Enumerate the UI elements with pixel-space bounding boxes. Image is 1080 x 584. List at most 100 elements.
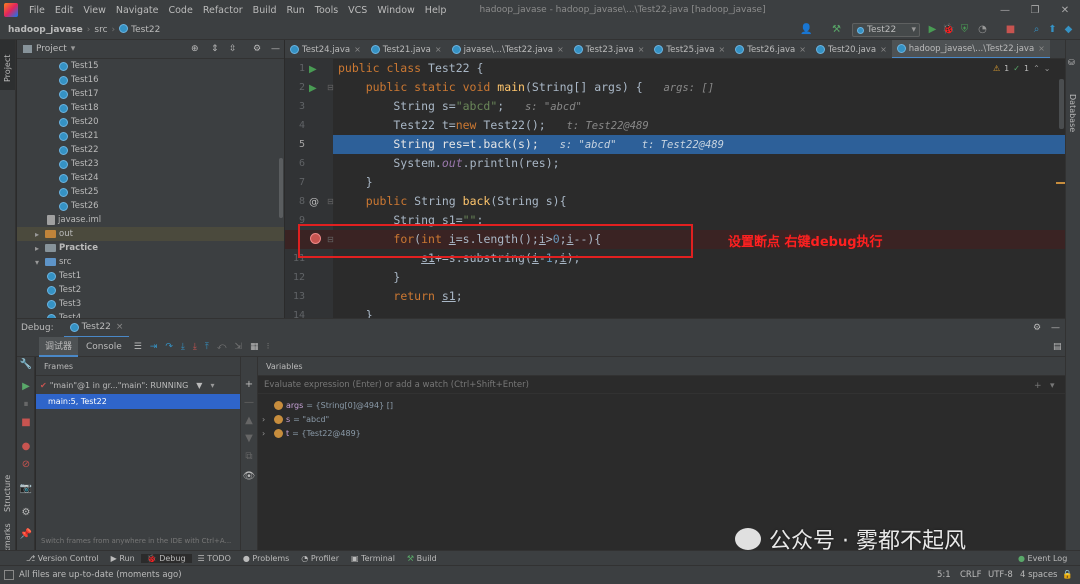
menu-refactor[interactable]: Refactor — [198, 5, 248, 16]
step-over-icon[interactable]: ↷ — [161, 342, 177, 352]
force-step-into-icon[interactable]: ⤓ — [189, 342, 201, 352]
editor-tab[interactable]: Test26.java × — [730, 40, 811, 58]
editor-tab[interactable]: Test20.java × — [811, 40, 892, 58]
chevron-right-icon[interactable]: › — [262, 429, 274, 438]
tree-item[interactable]: Test4 — [17, 311, 284, 318]
modify-run-config-icon[interactable]: 🔧 — [19, 359, 33, 370]
copy-icon[interactable]: ⧉ — [242, 451, 256, 462]
scrollbar-thumb[interactable] — [279, 158, 283, 218]
run-gutter-icon[interactable]: ▶ — [309, 83, 317, 94]
editor-gutter[interactable]: 1234567891011121314 — [285, 59, 333, 318]
ide-logo-icon[interactable]: ◆ — [1062, 23, 1075, 36]
mute-breakpoints-icon[interactable]: ⊘ — [19, 459, 33, 470]
annotation-at-icon[interactable]: @ — [309, 197, 319, 208]
settings-icon[interactable]: ⚙ — [19, 507, 33, 518]
indent-setting[interactable]: 4 spaces — [1020, 570, 1057, 580]
trace-icon[interactable]: ⁝ — [263, 342, 274, 352]
variable-row[interactable]: args = {String[0]@494} [] — [258, 398, 1065, 412]
search-icon[interactable]: ⌕ — [1030, 23, 1043, 36]
toggle-panels-icon[interactable] — [4, 570, 14, 580]
debug-session-tab[interactable]: Test22 × — [63, 319, 130, 338]
database-icon[interactable]: ⛁ — [1068, 58, 1075, 67]
inspection-widget[interactable]: ⚠ 1 ✓ 1 ⌃ ⌄ — [993, 64, 1050, 73]
editor-tab[interactable]: Test25.java × — [649, 40, 730, 58]
tree-item[interactable]: Test17 — [17, 87, 284, 101]
editor-scrollbar[interactable] — [1059, 79, 1064, 129]
close-icon[interactable]: × — [799, 45, 806, 54]
file-encoding[interactable]: UTF-8 — [988, 570, 1013, 580]
menu-build[interactable]: Build — [248, 5, 282, 16]
profile-icon[interactable]: ◔ — [976, 23, 989, 36]
close-icon[interactable]: × — [435, 45, 442, 54]
close-icon[interactable]: ✕ — [1050, 0, 1080, 20]
chevron-down-icon[interactable]: ▾ — [1050, 381, 1055, 391]
tree-item[interactable]: ▸ out — [17, 227, 284, 241]
gear-icon[interactable]: ⚙ — [1033, 323, 1041, 333]
tab-debugger[interactable]: 调试器 — [39, 336, 79, 357]
camera-icon[interactable]: 📷 — [19, 483, 33, 494]
hammer-icon[interactable]: ⚒ — [830, 23, 843, 36]
show-execution-point-icon[interactable]: ⇥ — [146, 342, 162, 352]
collapse-all-icon[interactable]: ⇳ — [229, 44, 237, 54]
move-up-icon[interactable]: ▲ — [242, 415, 256, 426]
drop-frame-icon[interactable]: ⤺ — [213, 342, 231, 352]
tree-item[interactable]: Test24 — [17, 171, 284, 185]
menu-navigate[interactable]: Navigate — [111, 5, 164, 16]
thread-select[interactable]: ✔ "main"@1 in gr..."main": RUNNING ▼ ▾ — [36, 376, 240, 394]
line-separator[interactable]: CRLF — [960, 570, 981, 580]
tab-console[interactable]: Console — [78, 337, 130, 357]
restore-icon[interactable]: ❐ — [1020, 0, 1050, 20]
close-icon[interactable]: × — [354, 45, 361, 54]
chevron-up-icon[interactable]: ⌃ — [1033, 64, 1040, 73]
tool-todo[interactable]: ☰ TODO — [192, 554, 237, 563]
project-panel-title[interactable]: Project — [36, 44, 67, 54]
tree-item[interactable]: Test16 — [17, 73, 284, 87]
step-out-icon[interactable]: ⤒ — [201, 342, 213, 352]
menu-tools[interactable]: Tools — [310, 5, 343, 16]
editor-tab[interactable]: javase\...\Test22.java × — [447, 40, 569, 58]
close-icon[interactable]: × — [638, 45, 645, 54]
editor-tab[interactable]: hadoop_javase\...\Test22.java × — [891, 40, 1050, 58]
fold-icon[interactable]: ⊟ — [327, 83, 334, 92]
stop-icon[interactable]: ■ — [19, 417, 33, 428]
debug-icon[interactable]: 🐞 — [942, 23, 955, 36]
menu-view[interactable]: View — [78, 5, 111, 16]
breadcrumb-folder[interactable]: src — [90, 25, 111, 35]
editor-tab[interactable]: Test23.java × — [569, 40, 650, 58]
error-stripe-mark[interactable] — [1056, 182, 1065, 184]
add-icon[interactable]: + — [1034, 381, 1042, 391]
project-tool-tab[interactable]: Project — [0, 40, 15, 90]
tool-event-log[interactable]: ● Event Log — [1012, 554, 1073, 563]
tool-build[interactable]: ⚒ Build — [401, 554, 443, 563]
editor-tab[interactable]: Test24.java × — [285, 40, 366, 58]
run-icon[interactable]: ▶ — [926, 23, 939, 36]
close-icon[interactable]: × — [719, 45, 726, 54]
eye-icon[interactable]: 👁 — [242, 471, 256, 482]
tool-problems[interactable]: ● Problems — [237, 554, 295, 563]
minimize-icon[interactable]: — — [990, 0, 1020, 20]
gear-icon[interactable]: ⚙ — [253, 44, 261, 54]
locate-icon[interactable]: ⊕ — [191, 44, 199, 54]
variable-row[interactable]: › t = {Test22@489} — [258, 426, 1065, 440]
close-icon[interactable]: × — [880, 45, 887, 54]
chevron-down-icon[interactable]: ⌄ — [1044, 64, 1051, 73]
variable-row[interactable]: › s = "abcd" — [258, 412, 1065, 426]
code-editor[interactable]: 1234567891011121314 ▶ ▶ @ ⊟ ⊟ ⊟ public c… — [285, 59, 1065, 318]
breadcrumb-project[interactable]: hadoop_javase — [0, 25, 87, 35]
chevron-right-icon[interactable]: › — [262, 415, 274, 424]
menu-run[interactable]: Run — [282, 5, 310, 16]
tool-debug[interactable]: 🐞 Debug — [140, 553, 192, 563]
chevron-right-icon[interactable]: ▸ — [35, 230, 45, 239]
pin-icon[interactable]: 📌 — [19, 529, 33, 540]
tool-terminal[interactable]: ▣ Terminal — [345, 554, 401, 563]
tree-item[interactable]: Test25 — [17, 185, 284, 199]
tree-item[interactable]: ▾ src — [17, 255, 284, 269]
chevron-down-icon[interactable]: ▾ — [71, 44, 76, 54]
hide-icon[interactable]: — — [271, 44, 280, 54]
tree-item[interactable]: javase.iml — [17, 213, 284, 227]
caret-position[interactable]: 5:1 — [937, 570, 951, 580]
menu-code[interactable]: Code — [163, 5, 197, 16]
coverage-icon[interactable]: ⛨ — [958, 23, 971, 36]
remove-icon[interactable]: — — [242, 397, 256, 408]
tree-item[interactable]: Test3 — [17, 297, 284, 311]
